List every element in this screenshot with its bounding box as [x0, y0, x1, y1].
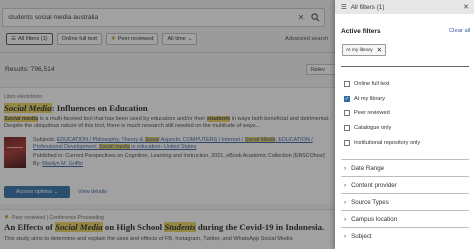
panel-header: ☰ All filters (1) — [335, 0, 474, 14]
active-filter-tag: At my library ✕ — [342, 44, 387, 56]
section-date-range[interactable]: › Date Range — [341, 159, 469, 176]
checkbox[interactable] — [344, 140, 350, 146]
results-count: Results: 796,514 — [5, 66, 55, 73]
result-title[interactable]: Social Media: Influences on Education — [4, 103, 148, 113]
peer-reviewed-chip[interactable]: ✸ Peer reviewed — [106, 33, 159, 45]
active-filters-heading: Active filters — [341, 28, 381, 35]
chevron-down-icon: ⌄ — [53, 189, 59, 195]
search-results-page: students social media australia ✕ ☰ All … — [0, 0, 336, 249]
filter-icon: ☰ — [11, 36, 17, 42]
option-catalogue-only[interactable]: Catalogue only — [344, 125, 391, 131]
all-filters-button[interactable]: ☰ All filters (1) — [6, 33, 53, 45]
result-title[interactable]: An Effects of Social Media on High Schoo… — [4, 222, 324, 232]
section-subject[interactable]: › Subject — [341, 227, 469, 244]
divider — [0, 52, 335, 53]
divider — [341, 66, 469, 67]
result-subjects: Subjects: EDUCATION / Philosophy, Theory… — [33, 137, 313, 150]
result-card: ✸ Peer reviewed | Conference Proceeding … — [0, 209, 335, 249]
chevron-right-icon: › — [344, 232, 347, 240]
search-input[interactable]: students social media australia — [8, 14, 296, 21]
advanced-search-link[interactable]: Advanced search — [285, 36, 328, 42]
chevron-right-icon: › — [344, 181, 347, 189]
section-campus-location[interactable]: › Campus location — [341, 210, 469, 227]
result-badges: ✸ Peer reviewed | Conference Proceeding — [4, 214, 104, 222]
filter-icon: ☰ — [341, 4, 347, 11]
date-dropdown[interactable]: All time ⌄ — [162, 33, 198, 45]
close-icon[interactable]: ✕ — [463, 3, 469, 11]
peer-reviewed-icon: ✸ — [111, 36, 116, 42]
book-cover-thumbnail[interactable] — [4, 137, 26, 168]
peer-reviewed-icon: ✸ — [4, 215, 10, 221]
result-author-line: By: Marilyn M. Griffin — [33, 161, 83, 167]
view-details-link[interactable]: View details — [78, 189, 107, 195]
chevron-right-icon: › — [344, 198, 347, 206]
checkbox-checked[interactable]: ✓ — [344, 96, 350, 102]
result-card: Libro electrónico Social Media: Influenc… — [0, 87, 335, 204]
option-online-full-text[interactable]: Online full text — [344, 81, 389, 87]
result-type: Libro electrónico — [4, 94, 43, 100]
sort-dropdown[interactable]: Relev — [306, 64, 336, 75]
result-snippet: This study aims to determine and explain… — [4, 236, 293, 242]
filters-panel: ☰ All filters (1) ✕ Active filters Clear… — [335, 0, 474, 249]
checkbox[interactable] — [344, 81, 350, 87]
checkbox[interactable] — [344, 125, 350, 131]
clear-all-link[interactable]: Clear all — [449, 28, 470, 34]
search-icon[interactable] — [306, 9, 324, 26]
chevron-right-icon: › — [344, 215, 347, 223]
remove-filter-icon[interactable]: ✕ — [377, 46, 382, 54]
chevron-right-icon: › — [344, 164, 347, 172]
clear-search-icon[interactable]: ✕ — [296, 13, 306, 22]
checkbox[interactable] — [344, 110, 350, 116]
option-peer-reviewed[interactable]: Peer reviewed — [344, 110, 390, 116]
result-snippet: Social media is a multi-faceted tool tha… — [4, 116, 330, 130]
option-institutional-repository[interactable]: Institutional repository only — [344, 140, 420, 146]
option-at-my-library[interactable]: ✓ At my library — [344, 96, 385, 102]
search-bar[interactable]: students social media australia ✕ — [2, 8, 325, 27]
chevron-down-icon: ⌄ — [187, 36, 193, 42]
result-published: Published in: Current Perspectives on Co… — [33, 153, 325, 159]
author-link[interactable]: Marilyn M. Griffin — [42, 161, 83, 167]
section-content-provider[interactable]: › Content provider — [341, 176, 469, 193]
filter-chips: ☰ All filters (1) Online full text ✸ Pee… — [6, 33, 198, 45]
section-source-types[interactable]: › Source Types — [341, 193, 469, 210]
online-full-text-chip[interactable]: Online full text — [56, 33, 102, 45]
access-options-button[interactable]: Access options ⌄ — [4, 186, 70, 198]
